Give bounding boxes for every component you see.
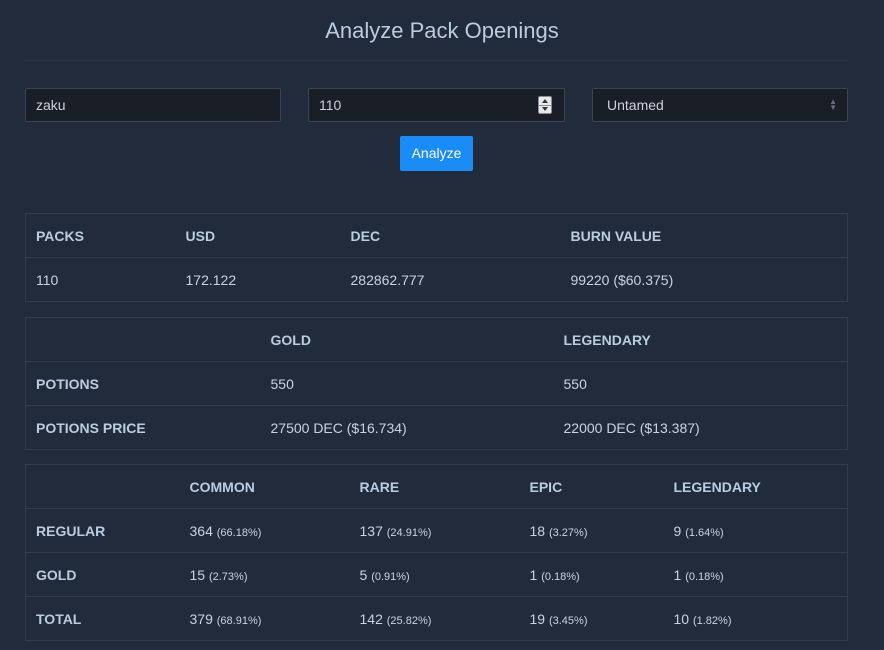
count: 1 xyxy=(673,566,682,583)
cell-legendary: 9 (1.64%) xyxy=(663,508,848,553)
header-burn-value: BURN VALUE xyxy=(560,213,848,258)
table-header-row: GOLD LEGENDARY xyxy=(25,317,848,362)
percent: (3.45%) xyxy=(548,614,588,627)
cell-rare: 137 (24.91%) xyxy=(349,508,520,553)
percent: (68.91%) xyxy=(216,614,262,627)
header-rare: RARE xyxy=(349,464,520,509)
header-legendary: LEGENDARY xyxy=(663,464,848,509)
cell-common: 15 (2.73%) xyxy=(179,552,350,597)
count: 19 xyxy=(529,610,546,627)
percent: (0.18%) xyxy=(685,570,724,583)
row-label: REGULAR xyxy=(25,508,180,553)
row-label: GOLD xyxy=(25,552,180,597)
cell-usd: 172.122 xyxy=(175,257,341,302)
cell-rare: 142 (25.82%) xyxy=(349,596,520,641)
percent: (2.73%) xyxy=(208,570,248,583)
percent: (1.82%) xyxy=(692,614,732,627)
header-gold: GOLD xyxy=(260,317,554,362)
table-row: POTIONS PRICE 27500 DEC ($16.734) 22000 … xyxy=(25,405,848,450)
percent: (3.27%) xyxy=(548,526,588,539)
cell-gold: 550 xyxy=(260,361,554,406)
table-row: REGULAR 364 (66.18%) 137 (24.91%) 18 (3.… xyxy=(25,508,848,553)
rarity-table: COMMON RARE EPIC LEGENDARY REGULAR 364 (… xyxy=(25,464,848,641)
increment-icon[interactable] xyxy=(542,99,548,103)
potions-table: GOLD LEGENDARY POTIONS 550 550 POTIONS P… xyxy=(25,317,848,450)
header-legendary: LEGENDARY xyxy=(553,317,848,362)
row-label: TOTAL xyxy=(25,596,180,641)
count: 10 xyxy=(673,610,690,627)
count: 5 xyxy=(359,566,368,583)
percent: (1.64%) xyxy=(685,526,724,539)
analyze-button[interactable]: Analyze xyxy=(400,136,473,171)
count: 1 xyxy=(529,566,538,583)
header-empty xyxy=(25,464,180,509)
table-row: POTIONS 550 550 xyxy=(25,361,848,406)
cell-gold: 27500 DEC ($16.734) xyxy=(260,405,554,450)
cell-epic: 18 (3.27%) xyxy=(519,508,664,553)
summary-table: PACKS USD DEC BURN VALUE 110 172.122 282… xyxy=(25,213,848,302)
header-common: COMMON xyxy=(179,464,350,509)
count: 9 xyxy=(673,522,682,539)
cell-common: 364 (66.18%) xyxy=(179,508,350,553)
table-row: TOTAL 379 (68.91%) 142 (25.82%) 19 (3.45… xyxy=(25,596,848,641)
table-header-row: COMMON RARE EPIC LEGENDARY xyxy=(25,464,848,509)
count: 18 xyxy=(529,522,546,539)
header-packs: PACKS xyxy=(25,213,176,258)
header-epic: EPIC xyxy=(519,464,664,509)
percent: (0.91%) xyxy=(371,570,410,583)
cell-packs: 110 xyxy=(25,257,176,302)
cell-epic: 1 (0.18%) xyxy=(519,552,664,597)
packs-value: 110 xyxy=(319,97,342,113)
header-empty xyxy=(25,317,261,362)
count: 142 xyxy=(359,610,383,627)
cell-epic: 19 (3.45%) xyxy=(519,596,664,641)
count: 364 xyxy=(189,522,213,539)
table-row: 110 172.122 282862.777 99220 ($60.375) xyxy=(25,257,848,302)
edition-value: Untamed xyxy=(607,97,664,113)
count: 379 xyxy=(189,610,213,627)
percent: (25.82%) xyxy=(386,614,432,627)
row-label: POTIONS PRICE xyxy=(25,405,261,450)
percent: (0.18%) xyxy=(541,570,580,583)
cell-common: 379 (68.91%) xyxy=(179,596,350,641)
cell-legendary: 10 (1.82%) xyxy=(663,596,848,641)
select-arrows-icon: ▲ ▼ xyxy=(829,97,837,112)
header-usd: USD xyxy=(175,213,341,258)
packs-number-input[interactable]: 110 xyxy=(308,88,565,122)
edition-select[interactable]: Untamed ▲ ▼ xyxy=(592,88,848,122)
cell-legendary: 22000 DEC ($13.387) xyxy=(553,405,848,450)
table-header-row: PACKS USD DEC BURN VALUE xyxy=(25,213,848,258)
row-label: POTIONS xyxy=(25,361,261,406)
count: 15 xyxy=(189,566,206,583)
title-divider xyxy=(25,60,848,61)
percent: (24.91%) xyxy=(386,526,432,539)
decrement-icon[interactable] xyxy=(542,107,548,111)
table-row: GOLD 15 (2.73%) 5 (0.91%) 1 (0.18%) 1 (0… xyxy=(25,552,848,597)
header-dec: DEC xyxy=(340,213,561,258)
cell-legendary: 1 (0.18%) xyxy=(663,552,848,597)
cell-burn-value: 99220 ($60.375) xyxy=(560,257,848,302)
cell-dec: 282862.777 xyxy=(340,257,561,302)
page-title: Analyze Pack Openings xyxy=(325,18,559,43)
cell-legendary: 550 xyxy=(553,361,848,406)
percent: (66.18%) xyxy=(216,526,262,539)
cell-rare: 5 (0.91%) xyxy=(349,552,520,597)
number-spinner[interactable] xyxy=(538,96,552,114)
count: 137 xyxy=(359,522,383,539)
username-input[interactable]: zaku xyxy=(25,88,281,122)
